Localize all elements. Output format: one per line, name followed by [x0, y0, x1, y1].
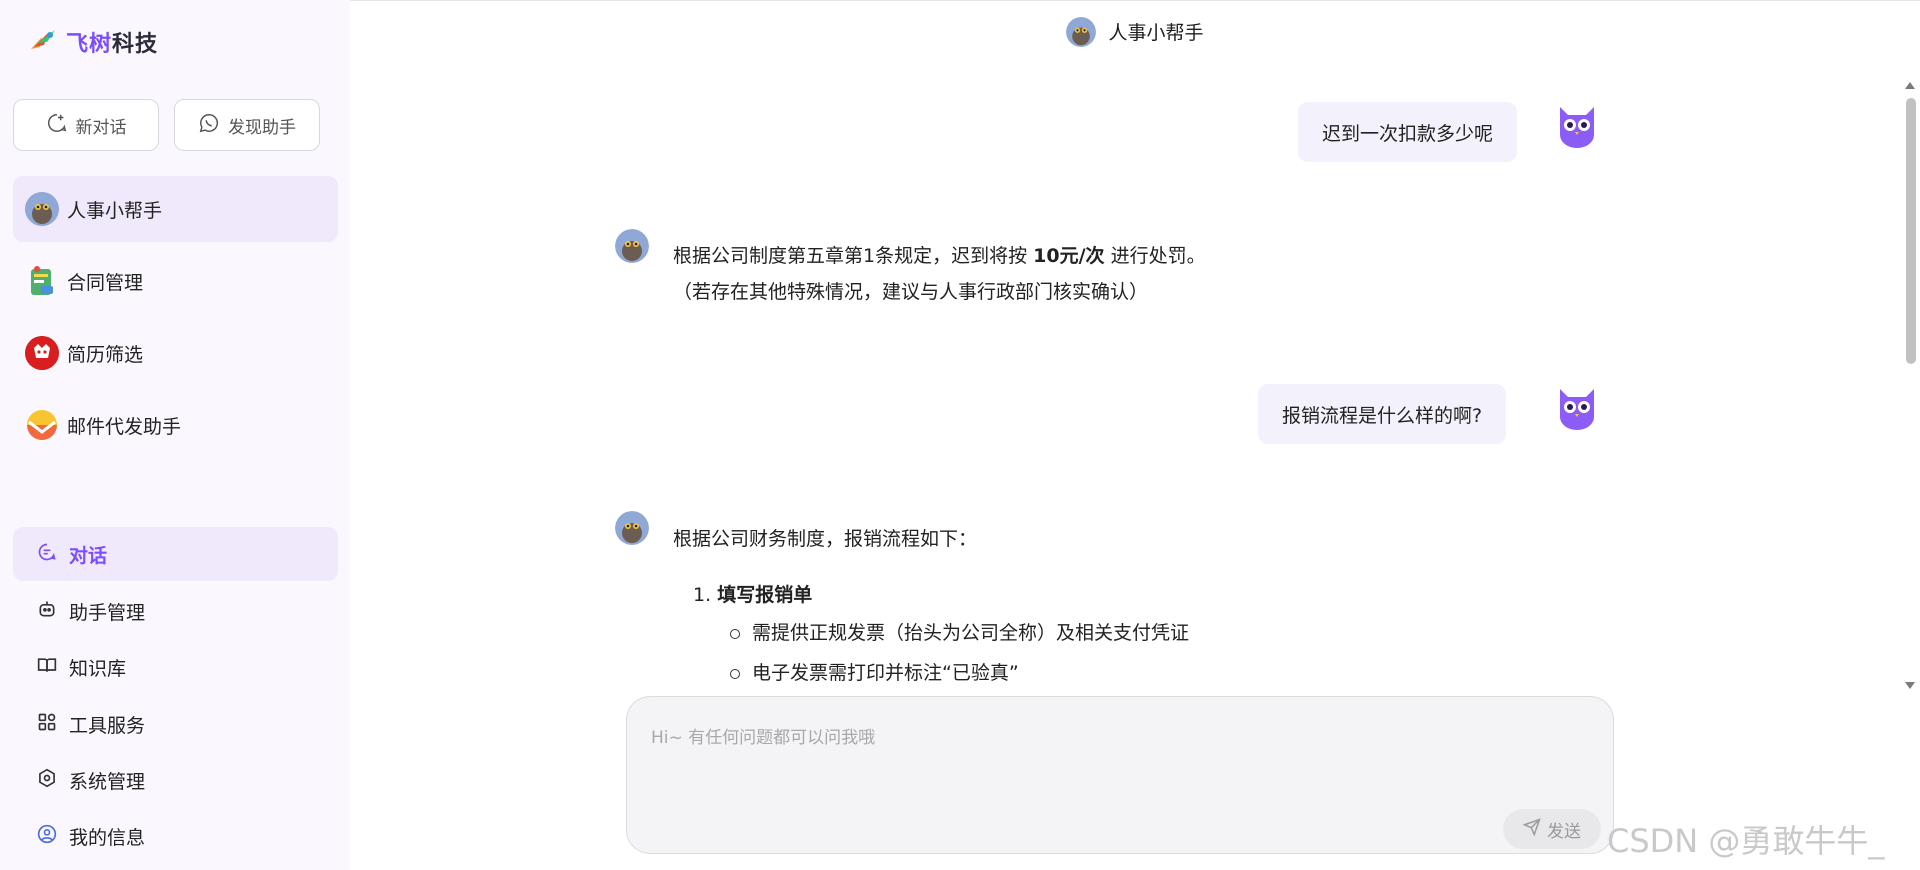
user-message-text: 报销流程是什么样的啊?	[1282, 404, 1483, 427]
bot-message-line: （若存在其他特殊情况，建议与人事行政部门核实确认）	[673, 281, 1149, 303]
message-text: 进行处罚。	[1104, 245, 1206, 267]
nav-item-system[interactable]: 系统管理	[13, 753, 338, 807]
user-message-1: 迟到一次扣款多少呢	[1298, 102, 1518, 162]
owl-avatar-icon	[1556, 103, 1598, 149]
discover-label: 发现助手	[228, 117, 296, 138]
assistant-item-mail[interactable]: 邮件代发助手	[13, 392, 338, 458]
mail-icon	[25, 408, 59, 442]
list-item: 电子发票需打印并标注“已验真”	[730, 653, 1189, 693]
sidebar: 飞树科技 新对话 发现助手 人事小帮手 合同管理 简历筛选 邮件代发助手 对话 …	[0, 0, 350, 870]
contract-icon	[25, 264, 59, 298]
nav-label: 助手管理	[69, 601, 146, 624]
settings-icon	[37, 768, 57, 793]
hr-avatar-icon	[25, 192, 59, 226]
bird-logo-icon	[28, 27, 58, 57]
brand-name: 飞树科技	[66, 26, 158, 58]
scroll-down-icon[interactable]	[1905, 682, 1915, 689]
user-message-2: 报销流程是什么样的啊?	[1258, 384, 1507, 444]
watermark: CSDN @勇敢牛牛_	[1607, 822, 1885, 860]
send-icon	[1522, 817, 1541, 841]
scrollbar-thumb[interactable]	[1906, 98, 1916, 364]
assistant-item-hr[interactable]: 人事小帮手	[13, 176, 338, 242]
nav-item-tools[interactable]: 工具服务	[13, 697, 338, 751]
scroll-up-icon[interactable]	[1905, 82, 1915, 89]
user-message-text: 迟到一次扣款多少呢	[1322, 122, 1494, 145]
list-item-text: 电子发票需打印并标注“已验真”	[752, 662, 1019, 684]
list-item-text: 需提供正规发票（抬头为公司全称）及相关支付凭证	[752, 622, 1190, 644]
nav-label: 工具服务	[69, 714, 146, 737]
owl-avatar-icon	[1556, 385, 1598, 431]
grid-icon	[37, 712, 57, 737]
brand-name-accent: 飞树	[66, 32, 113, 57]
chat-icon	[37, 542, 57, 567]
send-button[interactable]: 发送	[1503, 809, 1601, 849]
nav-item-my-info[interactable]: 我的信息	[13, 809, 338, 863]
chat-header: 人事小帮手	[350, 0, 1920, 62]
hr-avatar-icon	[615, 229, 649, 263]
chat-input[interactable]	[651, 723, 1551, 753]
resume-icon	[25, 336, 59, 370]
bot-message-1: 根据公司制度第五章第1条规定，迟到将按 10元/次 进行处罚。 （若存在其他特殊…	[673, 238, 1206, 310]
book-icon	[37, 655, 57, 680]
nav-item-assistant-manage[interactable]: 助手管理	[13, 584, 338, 638]
bullet-icon	[730, 668, 740, 679]
bullet-icon	[730, 628, 740, 639]
assistant-label: 人事小帮手	[67, 199, 163, 222]
nav-label: 知识库	[69, 657, 127, 680]
assistant-label: 合同管理	[67, 271, 144, 294]
nav-item-knowledge[interactable]: 知识库	[13, 640, 338, 694]
message-text: 根据公司制度第五章第1条规定，迟到将按	[673, 245, 1034, 267]
discover-assistant-button[interactable]: 发现助手	[174, 99, 320, 151]
bot-message-line: 根据公司制度第五章第1条规定，迟到将按 10元/次 进行处罚。	[673, 238, 1206, 274]
bot-message-2: 根据公司财务制度，报销流程如下：	[673, 521, 977, 557]
new-chat-label: 新对话	[75, 117, 127, 138]
assistant-label: 邮件代发助手	[67, 415, 182, 438]
step-title: 填写报销单	[717, 584, 813, 606]
chat-title: 人事小帮手	[1108, 22, 1204, 44]
assistant-item-resume[interactable]: 简历筛选	[13, 320, 338, 386]
bot-message-line: 根据公司财务制度，报销流程如下：	[673, 528, 978, 550]
nav-item-chat[interactable]: 对话	[13, 527, 338, 581]
user-icon	[37, 824, 57, 849]
send-label: 发送	[1547, 821, 1581, 842]
chat-input-box: 发送	[626, 696, 1614, 854]
brand-logo[interactable]: 飞树科技	[28, 26, 158, 58]
hr-avatar-icon	[1066, 16, 1097, 47]
assistant-item-contract[interactable]: 合同管理	[13, 248, 338, 314]
nav-label: 我的信息	[69, 826, 146, 849]
step-number: 1.	[693, 584, 712, 606]
nav-label: 对话	[69, 544, 108, 567]
new-chat-icon	[46, 112, 68, 139]
list-item: 需提供正规发票（抬头为公司全称）及相关支付凭证	[730, 613, 1189, 653]
nav-label: 系统管理	[69, 770, 146, 793]
whatsapp-chat-icon	[198, 112, 220, 139]
brand-name-rest: 科技	[112, 32, 159, 57]
hr-avatar-icon	[615, 511, 649, 545]
bot-message-step-1: 1. 填写报销单	[693, 577, 812, 613]
robot-icon	[37, 599, 57, 624]
message-bold-text: 10元/次	[1033, 245, 1105, 267]
new-chat-button[interactable]: 新对话	[13, 99, 159, 151]
assistant-label: 简历筛选	[67, 343, 144, 366]
bot-message-bullets: 需提供正规发票（抬头为公司全称）及相关支付凭证 电子发票需打印并标注“已验真”	[730, 613, 1189, 693]
